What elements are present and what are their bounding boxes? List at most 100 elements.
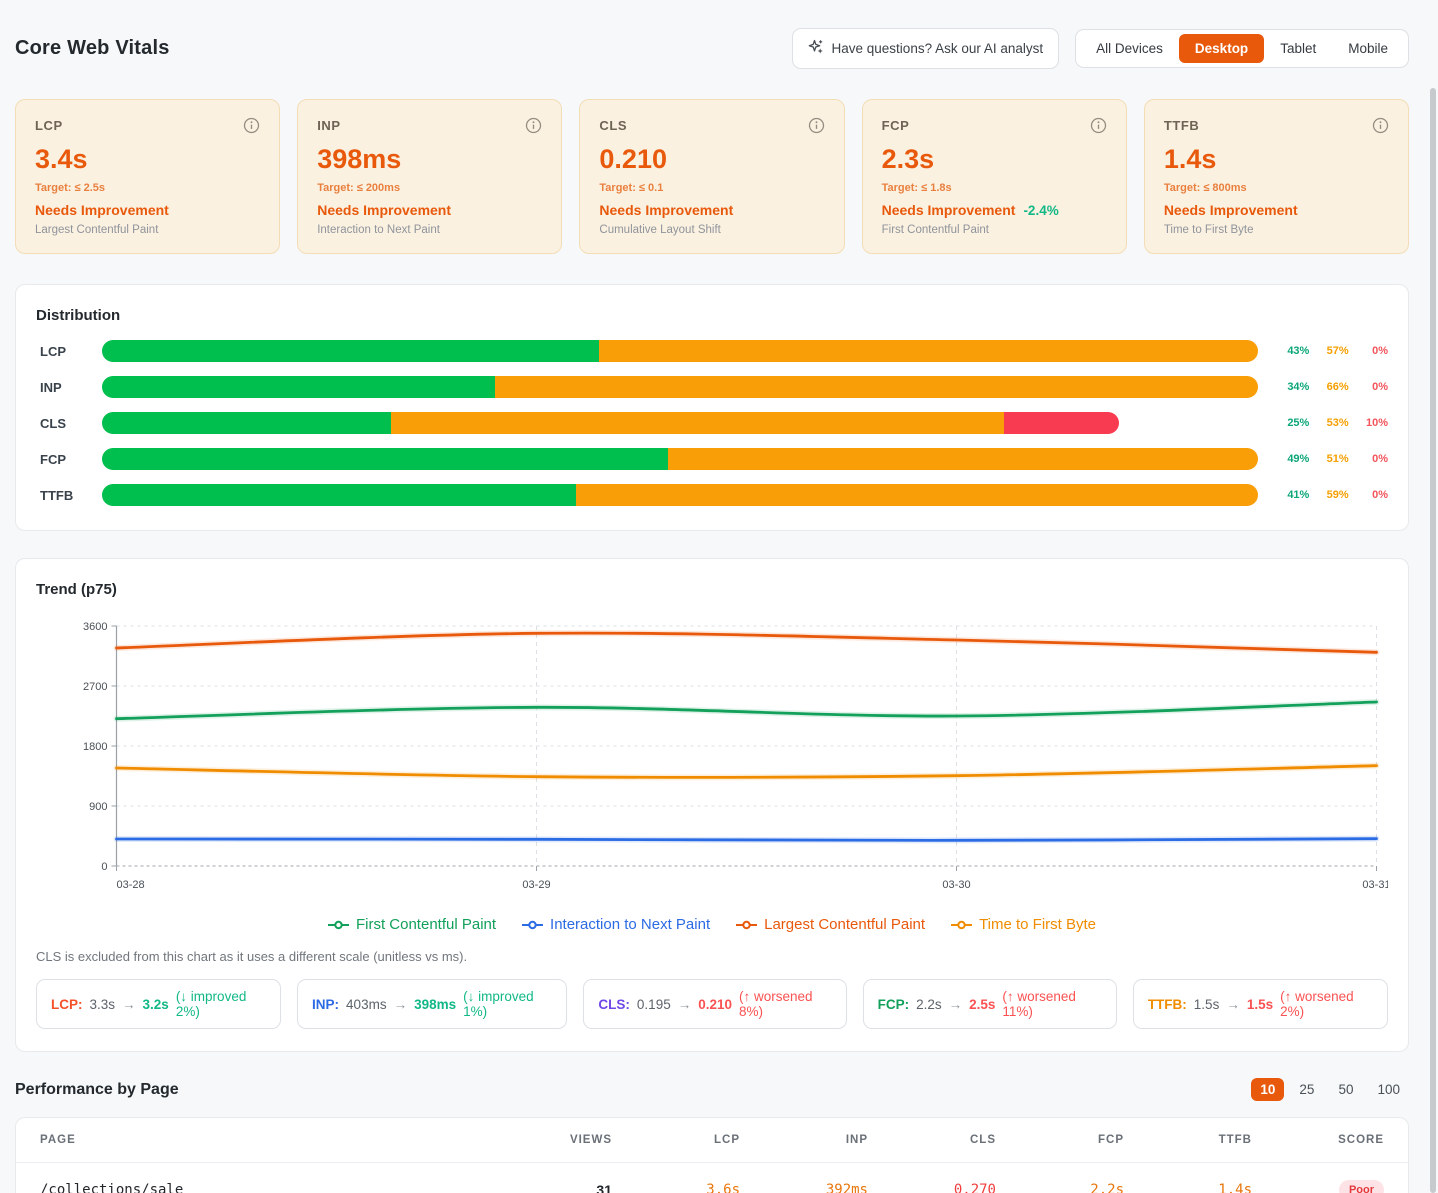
col-header-page: PAGE [40,1134,76,1146]
metric-full-name: Largest Contentful Paint [35,224,159,236]
vertical-scrollbar[interactable] [1430,88,1436,1193]
col-header-score: SCORE [1338,1134,1384,1146]
svg-text:03-31: 03-31 [1362,879,1388,891]
distribution-row-label: INP [40,379,62,395]
distribution-pct: 53% [1326,417,1349,429]
metric-full-name: First Contentful Paint [881,224,989,236]
distribution-pct: 0% [1372,453,1388,465]
info-icon[interactable] [525,117,542,134]
distribution-row-label: CLS [40,415,66,431]
legend-item-inp[interactable]: Interaction to Next Paint [522,916,710,933]
score-badge: Poor [1338,1180,1384,1193]
distribution-percentages: 25% 53% 10% [1270,417,1388,429]
col-header-inp: INP [845,1134,868,1146]
metric-full-name: Cumulative Layout Shift [599,224,721,236]
legend-marker-icon [951,920,973,929]
metric-status: Needs Improvement [317,202,452,218]
tab-mobile[interactable]: Mobile [1332,34,1404,63]
cell-lcp: 3.6s [706,1182,740,1193]
page-size-10[interactable]: 10 [1251,1078,1285,1101]
trend-panel: Trend (p75) 0 900 1800 2700 3600 03-28 03-29 03… [15,558,1409,1052]
metric-abbr: TTFB [1163,118,1200,133]
distribution-pct: 0% [1372,381,1388,393]
distribution-pct: 51% [1326,453,1349,465]
metric-status: Needs Improvement -2.4% [881,202,1059,218]
metric-card-inp: INP 398ms Target: ≤ 200ms Needs Improvem… [297,99,563,254]
distribution-row: CLS 25% 53% 10% [36,412,1388,434]
svg-text:2700: 2700 [83,681,107,693]
performance-header: Performance by Page 10 25 50 100 [15,1078,1409,1101]
distribution-segment-poor [1003,412,1120,434]
distribution-segment-good [102,484,576,506]
metric-card-ttfb: TTFB 1.4s Target: ≤ 800ms Needs Improvem… [1143,99,1410,254]
cell-fcp: 2.2s [1090,1182,1124,1193]
legend-item-lcp[interactable]: Largest Contentful Paint [736,916,925,933]
ai-analyst-button[interactable]: Have questions? Ask our AI analyst [791,28,1060,69]
info-icon[interactable] [1372,117,1389,134]
metric-target: Target: ≤ 2.5s [35,182,106,194]
chip-lcp: LCP: 3.3s → 3.2s (↓ improved 2%) [36,979,282,1029]
chip-inp: INP: 403ms → 398ms (↓ improved 1%) [297,979,568,1029]
svg-text:900: 900 [89,801,107,813]
topbar: Core Web Vitals Have questions? Ask our … [15,28,1409,69]
topbar-actions: Have questions? Ask our AI analyst All D… [791,28,1409,69]
distribution-pct: 43% [1287,345,1310,357]
svg-text:3600: 3600 [83,621,107,633]
col-header-lcp: LCP [714,1134,740,1146]
legend-item-ttfb[interactable]: Time to First Byte [951,916,1096,933]
col-header-ttfb: TTFB [1218,1134,1252,1146]
distribution-pct: 57% [1326,345,1349,357]
distribution-row-label: TTFB [40,487,74,503]
metric-value: 0.210 [599,144,667,174]
cls-excluded-note: CLS is excluded from this chart as it us… [36,949,468,964]
distribution-segment-needs-improvement [390,412,1004,434]
svg-text:03-28: 03-28 [117,879,145,891]
metric-card-fcp: FCP 2.3s Target: ≤ 1.8s Needs Improvemen… [861,99,1127,254]
metric-abbr: INP [317,118,341,133]
metric-change-chips: LCP: 3.3s → 3.2s (↓ improved 2%) INP: 403ms → 3… [36,979,1388,1029]
legend-item-fcp[interactable]: First Contentful Paint [327,916,496,933]
distribution-row-label: LCP [40,343,66,359]
svg-text:1800: 1800 [83,741,107,753]
page-size-50[interactable]: 50 [1329,1078,1362,1101]
metric-card-lcp: LCP 3.4s Target: ≤ 2.5s Needs Improvemen… [15,99,281,254]
page-size-25[interactable]: 25 [1290,1078,1323,1101]
distribution-segment-good [102,412,391,434]
metric-value: 3.4s [35,144,88,174]
distribution-row: LCP 43% 57% 0% [36,340,1388,362]
metric-target: Target: ≤ 800ms [1163,182,1247,194]
cell-score: Poor [1276,1163,1408,1193]
chart-legend: First Contentful Paint Interaction to Ne… [36,916,1388,933]
distribution-segment-good [102,340,600,362]
device-tab-group: All Devices Desktop Tablet Mobile [1075,29,1409,68]
col-header-fcp: FCP [1098,1134,1124,1146]
cell-ttfb: 1.4s [1218,1182,1252,1193]
col-header-views: VIEWS [569,1134,612,1146]
metric-card-cls: CLS 0.210 Target: ≤ 0.1 Needs Improvemen… [579,99,845,254]
performance-table: PAGE VIEWS LCP INP CLS FCP TTFB SCORE /c… [15,1117,1409,1193]
tab-tablet[interactable]: Tablet [1264,34,1332,63]
tab-desktop[interactable]: Desktop [1178,34,1265,63]
metric-full-name: Interaction to Next Paint [317,224,440,236]
arrow-right-icon: → [948,996,963,1012]
distribution-pct: 49% [1287,453,1310,465]
distribution-pct: 41% [1287,489,1310,501]
tab-all-devices[interactable]: All Devices [1080,34,1179,63]
table-row[interactable]: /collections/sale 31 3.6s 392ms 0.270 2.… [16,1163,1408,1193]
info-icon[interactable] [808,117,825,134]
distribution-pct: 25% [1287,417,1310,429]
info-icon[interactable] [243,117,260,134]
col-header-cls: CLS [970,1134,996,1146]
cell-cls: 0.270 [953,1182,996,1193]
metric-value: 1.4s [1163,144,1217,174]
distribution-bar [102,484,1258,506]
info-icon[interactable] [1090,117,1107,134]
svg-text:03-30: 03-30 [942,879,970,891]
distribution-bar [102,448,1258,470]
page-size-100[interactable]: 100 [1368,1078,1409,1101]
cell-page: /collections/sale [40,1182,184,1193]
distribution-segment-needs-improvement [668,448,1258,470]
distribution-row: FCP 49% 51% 0% [36,448,1388,470]
metric-value: 2.3s [881,144,935,174]
metric-full-name: Time to First Byte [1163,224,1254,236]
